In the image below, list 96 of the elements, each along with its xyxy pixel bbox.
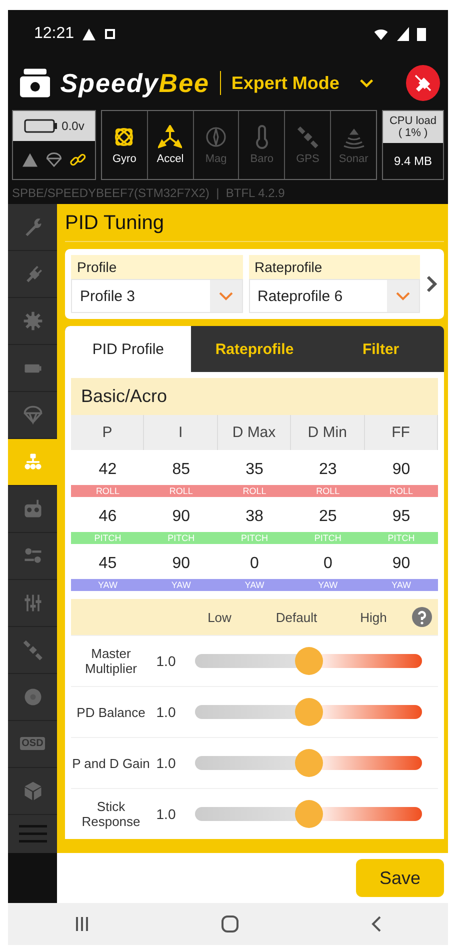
battery-voltage: 0.0v — [62, 119, 84, 133]
pid-value[interactable]: 90 — [364, 544, 438, 579]
selector-label: Profile — [76, 259, 118, 275]
pid-value[interactable]: 45 — [71, 544, 144, 579]
slider-scale-label: High — [359, 610, 388, 624]
sensor-label: Gyro — [112, 153, 136, 165]
profile-dropdown[interactable]: Profile 3 — [71, 279, 242, 313]
flight-controller-icon[interactable] — [20, 68, 50, 98]
cpu-load-label: CPU load — [388, 115, 438, 127]
slider[interactable] — [195, 647, 422, 675]
pid-value[interactable]: 95 — [364, 497, 438, 532]
slider-thumb[interactable] — [294, 698, 322, 726]
chevron-down-icon[interactable] — [359, 78, 375, 88]
board-info: SPBE/SPEEDYBEEF7(STM32F7X2) | BTFL 4.2.9 — [12, 186, 285, 200]
signal-icon — [397, 27, 409, 41]
cpu-load-value: ( 1% ) — [397, 127, 429, 139]
section-title: Basic/Acro — [71, 378, 438, 415]
battery-icon — [24, 119, 58, 133]
column-header: I — [144, 415, 218, 450]
axis-label: PITCH — [364, 532, 438, 544]
axis-label: PITCH — [71, 532, 144, 544]
slider-thumb[interactable] — [294, 749, 322, 777]
slider[interactable] — [195, 800, 422, 828]
tab[interactable]: PID Profile — [65, 326, 192, 372]
sensor-label: Sonar — [338, 153, 368, 165]
pid-value[interactable]: 38 — [218, 497, 292, 532]
sensor-label: Mag — [205, 153, 227, 165]
warning-icon — [82, 28, 96, 40]
pid-value[interactable]: 90 — [144, 544, 218, 579]
page-title: PID Tuning — [65, 204, 444, 242]
disconnect-button[interactable] — [406, 65, 440, 101]
axis-label: ROLL — [291, 485, 365, 497]
column-header: P — [71, 415, 144, 450]
chevron-down-icon — [218, 291, 234, 301]
mode-label[interactable]: Expert Mode — [231, 72, 340, 94]
axis-label: ROLL — [218, 485, 292, 497]
pid-value[interactable]: 90 — [364, 450, 438, 485]
slider[interactable] — [195, 698, 422, 726]
pid-value[interactable]: 0 — [218, 544, 292, 579]
axis-label: ROLL — [144, 485, 218, 497]
parachute-icon — [22, 404, 44, 426]
gear-icon — [22, 310, 44, 332]
column-header: FF — [364, 415, 438, 450]
selector-label: Rateprofile — [254, 259, 324, 275]
axis-label: PITCH — [144, 532, 218, 544]
slider-thumb[interactable] — [294, 800, 322, 828]
axis-label: PITCH — [291, 532, 365, 544]
slider-scale-label: Default — [274, 610, 318, 624]
slider-scale-label: Low — [206, 610, 232, 624]
pid-value[interactable]: 0 — [291, 544, 365, 579]
slider-label: PD Balance — [76, 704, 146, 720]
battery-status-icon — [417, 27, 426, 41]
slider-label: Master Multiplier — [84, 646, 138, 676]
axis-label: YAW — [71, 579, 144, 591]
pid-value[interactable]: 25 — [291, 497, 365, 532]
slider-thumb[interactable] — [294, 647, 322, 675]
axis-label: ROLL — [71, 485, 144, 497]
sidebar-item[interactable] — [8, 438, 57, 486]
save-button[interactable]: Save — [356, 859, 444, 897]
wifi-icon — [373, 27, 389, 41]
pid-value[interactable]: 85 — [144, 450, 218, 485]
logo: SpeedyBee — [60, 68, 210, 98]
slider[interactable] — [195, 749, 422, 777]
back-icon[interactable] — [370, 915, 382, 933]
slider-value: 1.0 — [155, 806, 177, 822]
pid-value[interactable]: 46 — [71, 497, 144, 532]
memory-value: 9.4 MB — [394, 154, 432, 168]
unplugged-icon — [412, 73, 433, 93]
axis-label: YAW — [364, 579, 438, 591]
recents-icon[interactable] — [74, 916, 90, 932]
pid-value[interactable]: 35 — [218, 450, 292, 485]
sensor-label: Baro — [250, 153, 274, 165]
axis-label: YAW — [144, 579, 218, 591]
slider-value: 1.0 — [155, 653, 177, 669]
axis-label: PITCH — [218, 532, 292, 544]
chevron-right-icon[interactable] — [426, 275, 438, 293]
slider-value: 1.0 — [155, 704, 177, 720]
notification-icon — [104, 28, 116, 40]
slider-value: 1.0 — [155, 755, 177, 771]
help-icon[interactable] — [412, 607, 432, 627]
chevron-down-icon — [395, 291, 411, 301]
sensor-label: GPS — [296, 153, 320, 165]
axis-label: YAW — [218, 579, 292, 591]
profile-dropdown[interactable]: Rateprofile 6 — [248, 279, 420, 313]
axis-label: ROLL — [364, 485, 438, 497]
axis-label: YAW — [291, 579, 365, 591]
pid-value[interactable]: 90 — [144, 497, 218, 532]
pid-value[interactable]: 23 — [291, 450, 365, 485]
pid-value[interactable]: 42 — [71, 450, 144, 485]
slider-label: P and D Gain — [71, 756, 151, 770]
column-header: D Min — [291, 415, 365, 450]
column-header: D Max — [218, 415, 292, 450]
slider-label: Stick Response — [80, 799, 142, 829]
status-time: 12:21 — [34, 25, 74, 43]
home-icon[interactable] — [220, 915, 239, 933]
sensor-label: Accel — [156, 153, 184, 165]
